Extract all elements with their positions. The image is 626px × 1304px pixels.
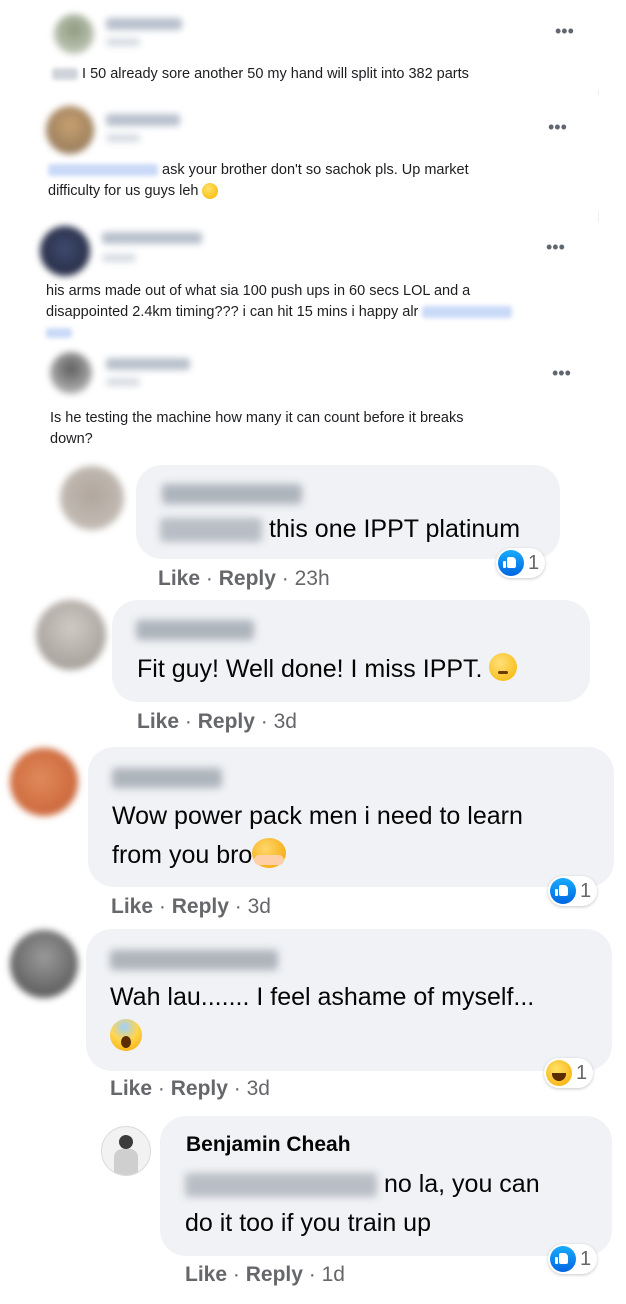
- comment-text-line: disappointed 2.4km timing??? i can hit 1…: [46, 304, 419, 320]
- avatar[interactable]: [46, 106, 94, 154]
- mention-link[interactable]: [48, 164, 158, 177]
- comment-text: this one IPPT platinum: [160, 510, 520, 549]
- comment-text-line: Is he testing the machine how many it ca…: [50, 410, 464, 426]
- comment-meta: [102, 254, 136, 262]
- hugging-face-emoji: [252, 838, 287, 868]
- comment-text-body: I 50 already sore another 50 my hand wil…: [82, 66, 469, 82]
- timestamp[interactable]: 3d: [248, 895, 271, 918]
- reply-button[interactable]: Reply: [172, 895, 229, 918]
- comment-meta: [106, 378, 140, 386]
- comment-text-line: down?: [50, 431, 93, 447]
- like-icon: [550, 1246, 576, 1272]
- reaction-summary[interactable]: 1: [548, 1244, 598, 1274]
- like-button[interactable]: Like: [185, 1263, 227, 1286]
- comment-text-body: Wah lau....... I feel ashame of myself..…: [110, 983, 535, 1011]
- comment-text: Wah lau....... I feel ashame of myself..…: [110, 978, 534, 1063]
- timestamp[interactable]: 3d: [247, 1077, 270, 1100]
- like-icon: [550, 878, 576, 904]
- reply-button[interactable]: Reply: [198, 710, 255, 733]
- comment-author-name[interactable]: Benjamin Cheah: [186, 1133, 351, 1157]
- comment-text-line: his arms made out of what sia 100 push u…: [46, 283, 471, 299]
- comment-text-line: Wow power pack men i need to learn: [112, 802, 523, 830]
- separator: ·: [308, 1263, 316, 1286]
- comment-text: Fit guy! Well done! I miss IPPT.: [137, 650, 518, 689]
- separator: ·: [233, 1077, 241, 1100]
- timestamp[interactable]: 3d: [274, 710, 297, 733]
- comment-author-name[interactable]: [106, 18, 182, 30]
- comment-text-line: no la, you can: [383, 1170, 540, 1198]
- comment-text-line: ask your brother don't so sachok pls. Up…: [162, 162, 469, 178]
- comment-text-line: do it too if you train up: [185, 1209, 431, 1237]
- comment-text: I 50 already sore another 50 my hand wil…: [52, 64, 469, 85]
- separator: ·: [281, 567, 289, 590]
- reaction-count: 1: [528, 551, 540, 574]
- comment-actions: Like · Reply · 3d: [110, 1077, 270, 1101]
- reply-button[interactable]: Reply: [171, 1077, 228, 1100]
- pensive-face-emoji: [489, 653, 518, 681]
- avatar[interactable]: [10, 930, 78, 998]
- reply-button[interactable]: Reply: [246, 1263, 303, 1286]
- like-button[interactable]: Like: [137, 710, 179, 733]
- laughing-emoji: [202, 183, 219, 200]
- comment-author-name[interactable]: [110, 950, 278, 970]
- reaction-summary[interactable]: 1: [548, 876, 598, 906]
- like-button[interactable]: Like: [111, 895, 153, 918]
- separator: ·: [184, 710, 192, 733]
- comment-text-body: this one IPPT platinum: [268, 515, 521, 543]
- avatar[interactable]: [101, 1126, 151, 1176]
- like-button[interactable]: Like: [110, 1077, 152, 1100]
- more-options-icon[interactable]: •••: [555, 22, 574, 40]
- separator: ·: [158, 895, 166, 918]
- avatar[interactable]: [50, 352, 92, 394]
- comment-text: no la, you can do it too if you train up: [185, 1165, 540, 1243]
- comment-actions: Like · Reply · 3d: [137, 710, 297, 734]
- comment-text-line: from you bro: [112, 841, 253, 869]
- mention-link[interactable]: [185, 1173, 377, 1198]
- comment-meta: [106, 134, 140, 142]
- comment-text-line: difficulty for us guys leh: [48, 183, 199, 199]
- comment-text: his arms made out of what sia 100 push u…: [46, 281, 606, 323]
- separator: ·: [234, 895, 242, 918]
- comment-text: ask your brother don't so sachok pls. Up…: [48, 160, 469, 202]
- haha-icon: [546, 1060, 572, 1086]
- avatar[interactable]: [54, 14, 94, 54]
- comment-meta: [106, 38, 140, 46]
- comment-actions: Like · Reply · 23h: [158, 567, 330, 591]
- like-button[interactable]: Like: [158, 567, 200, 590]
- comment-author-name[interactable]: [102, 232, 202, 244]
- reaction-count: 1: [580, 1247, 592, 1270]
- mention-link[interactable]: [422, 306, 513, 319]
- avatar[interactable]: [40, 226, 90, 276]
- like-icon: [498, 550, 524, 576]
- screaming-face-emoji: [110, 1019, 142, 1051]
- comment-author-name[interactable]: [162, 484, 302, 504]
- reaction-summary[interactable]: 1: [496, 548, 546, 578]
- reaction-summary[interactable]: 1: [544, 1058, 594, 1088]
- avatar[interactable]: [60, 466, 124, 530]
- separator: ·: [157, 1077, 165, 1100]
- comment-author-name[interactable]: [136, 620, 254, 640]
- timestamp[interactable]: 23h: [295, 567, 330, 590]
- avatar[interactable]: [10, 748, 78, 816]
- reaction-count: 1: [576, 1061, 588, 1084]
- more-options-icon[interactable]: •••: [552, 364, 571, 382]
- comment-actions: Like · Reply · 1d: [185, 1263, 345, 1287]
- comment-author-name[interactable]: [106, 358, 190, 370]
- reply-button[interactable]: Reply: [219, 567, 276, 590]
- comment-text: Wow power pack men i need to learn from …: [112, 797, 523, 875]
- avatar[interactable]: [36, 600, 106, 670]
- separator: ·: [205, 567, 213, 590]
- separator: ·: [260, 710, 268, 733]
- more-options-icon[interactable]: •••: [546, 238, 565, 256]
- comment-actions: Like · Reply · 3d: [111, 895, 271, 919]
- comment-text-body: Fit guy! Well done! I miss IPPT.: [137, 655, 483, 683]
- comment-author-name[interactable]: [112, 768, 222, 788]
- mention-link[interactable]: [160, 518, 262, 543]
- timestamp[interactable]: 1d: [322, 1263, 345, 1286]
- comment-text: Is he testing the machine how many it ca…: [50, 408, 606, 450]
- more-options-icon[interactable]: •••: [548, 118, 567, 136]
- separator: ·: [232, 1263, 240, 1286]
- comment-author-name[interactable]: [106, 114, 180, 126]
- reaction-count: 1: [580, 879, 592, 902]
